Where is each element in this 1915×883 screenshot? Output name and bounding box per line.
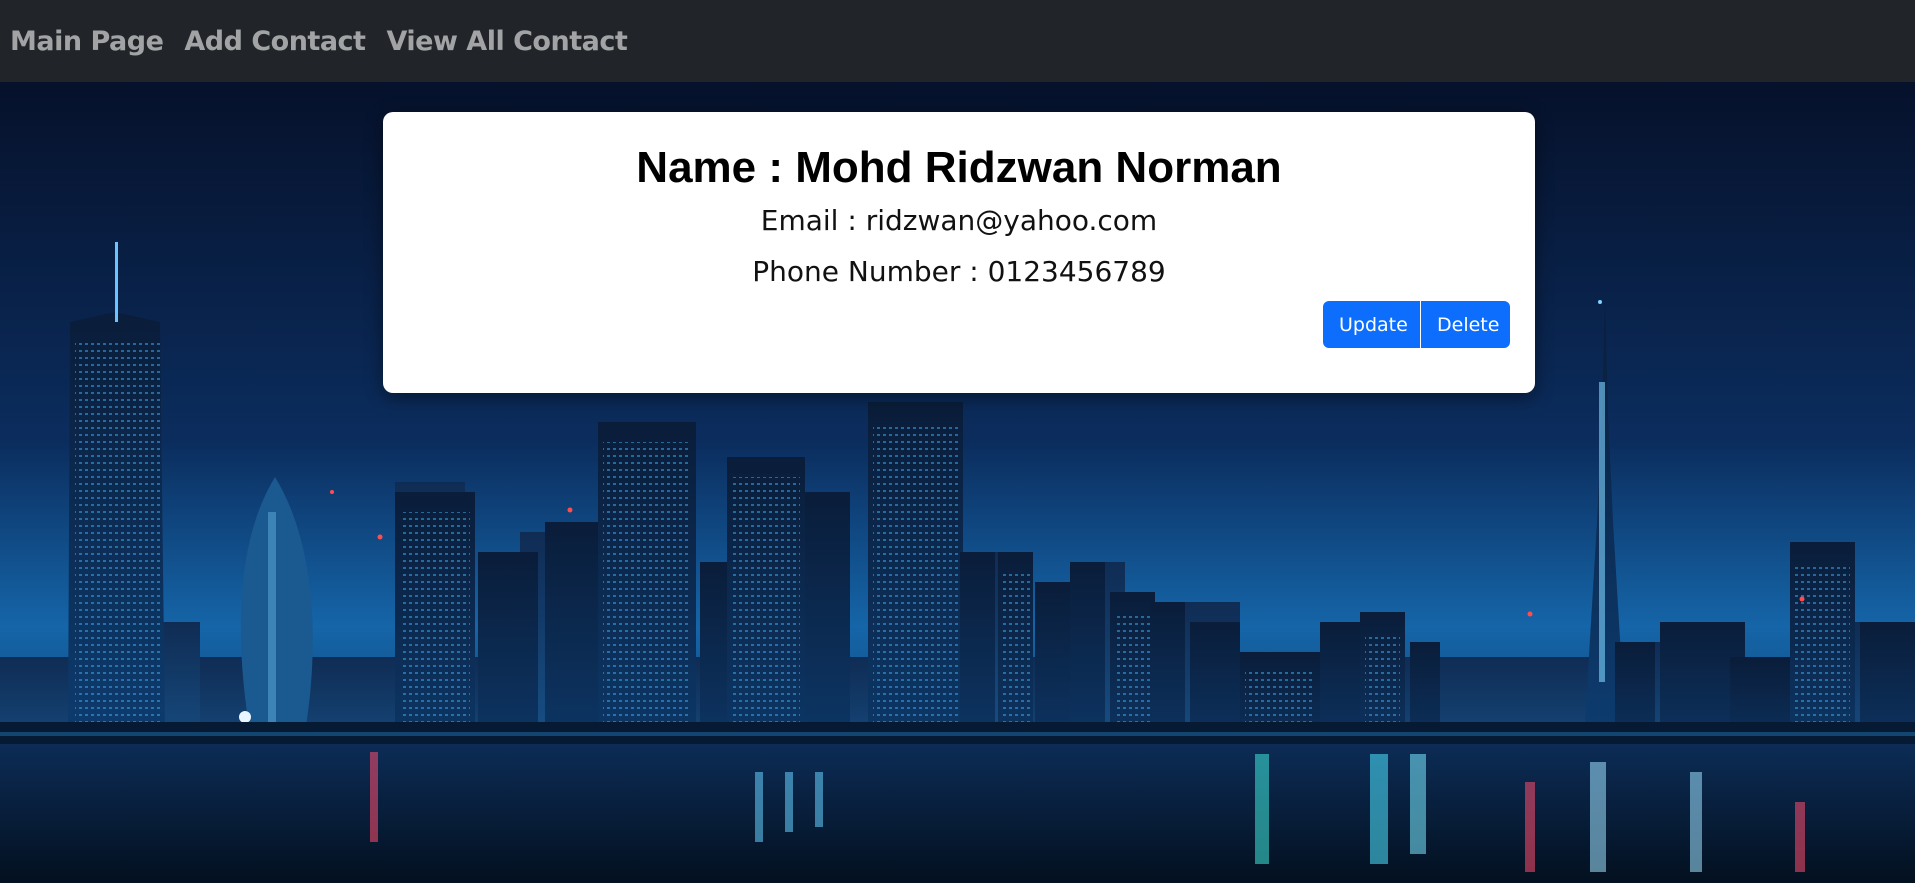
contact-card: Name : Mohd Ridzwan Norman Email : ridzw… bbox=[383, 112, 1535, 393]
contact-name-heading: Name : Mohd Ridzwan Norman bbox=[383, 140, 1535, 196]
contact-email: Email : ridzwan@yahoo.com bbox=[760, 204, 1158, 237]
delete-button[interactable]: Delete bbox=[1421, 301, 1510, 348]
name-value: Mohd Ridzwan Norman bbox=[795, 143, 1282, 192]
contact-action-buttons: Update Delete bbox=[1323, 301, 1510, 348]
contact-phone: Phone Number : 0123456789 bbox=[752, 255, 1166, 288]
top-navbar: Main Page Add Contact View All Contact bbox=[0, 0, 1915, 82]
nav-add-contact[interactable]: Add Contact bbox=[184, 26, 366, 57]
nav-view-all-contact[interactable]: View All Contact bbox=[386, 26, 627, 57]
update-button[interactable]: Update bbox=[1323, 301, 1420, 348]
nav-main-page[interactable]: Main Page bbox=[10, 26, 164, 57]
name-label: Name : bbox=[636, 143, 784, 192]
